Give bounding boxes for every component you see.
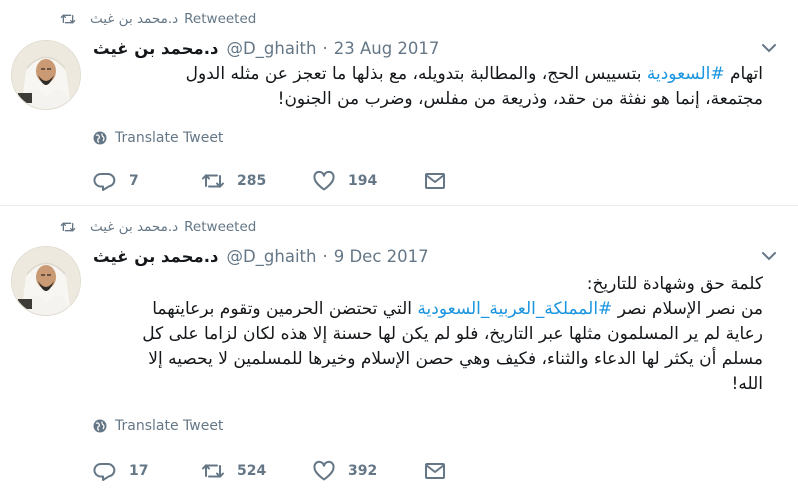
retweet-icon (202, 464, 224, 478)
text-segment: من نصر الإسلام نصر (612, 299, 763, 319)
text-segment: كلمة حق وشهادة للتاريخ: (586, 274, 763, 294)
tweet-text: كلمة حق وشهادة للتاريخ: من نصر الإسلام ن… (93, 272, 763, 397)
author-fullname[interactable]: د.محمد بن غيث (93, 247, 218, 266)
tweet[interactable]: د.محمد بن غيث Retweeted د.محمد بن غيث @D… (0, 0, 798, 206)
avatar[interactable] (11, 40, 81, 110)
translate-label: Translate Tweet (115, 130, 224, 146)
retweeter-name[interactable]: د.محمد بن غيث (90, 219, 178, 235)
translate-tweet[interactable]: Translate Tweet (93, 416, 223, 436)
retweet-icon (60, 14, 76, 24)
retweet-count: 524 (237, 463, 267, 479)
hashtag-link[interactable]: #المملكة_العربية_السعودية (417, 299, 612, 319)
tweet-timestamp[interactable]: 23 Aug 2017 (334, 39, 440, 58)
author-fullname[interactable]: د.محمد بن غيث (93, 39, 218, 58)
globe-icon (93, 131, 107, 145)
text-segment: رعاية لم ير المسلمون مثلها عبر التاريخ، … (142, 324, 763, 344)
globe-icon (93, 419, 107, 433)
tweet-text-line: مسلم أن يكثر لها الدعاء والثناء، فكيف وه… (93, 347, 763, 372)
reply-icon (93, 173, 116, 191)
retweeted-label: Retweeted (184, 219, 257, 235)
text-segment: التي تحتضن الحرمين وتقوم برعايتهما (152, 299, 418, 319)
tweet-timestamp[interactable]: 9 Dec 2017 (334, 247, 429, 266)
envelope-icon (425, 173, 445, 189)
direct-message-button[interactable] (423, 458, 459, 484)
retweeter-name[interactable]: د.محمد بن غيث (90, 11, 178, 27)
author-handle[interactable]: @D_ghaith (226, 247, 316, 266)
text-segment: مجتمعة، إنما هو نفثة من حقد، وذريعة من م… (277, 89, 763, 109)
heart-icon (313, 170, 335, 191)
text-segment: اتهام (724, 64, 763, 84)
direct-message-button[interactable] (423, 168, 459, 194)
text-segment: الله! (731, 374, 763, 394)
heart-icon (313, 460, 335, 481)
retweet-icon (202, 174, 224, 188)
tweet-text: اتهام #السعودية بتسييس الحج، والمطالبة ب… (93, 62, 763, 112)
hashtag-link[interactable]: #السعودية (647, 64, 725, 84)
retweet-context: د.محمد بن غيث Retweeted (58, 217, 256, 237)
avatar[interactable] (11, 246, 81, 316)
chevron-down-icon[interactable] (760, 250, 778, 262)
like-count: 392 (348, 463, 378, 479)
translate-tweet[interactable]: Translate Tweet (93, 128, 223, 148)
reply-count: 17 (129, 463, 149, 479)
envelope-icon (425, 463, 445, 479)
reply-count: 7 (129, 173, 139, 189)
author-handle[interactable]: @D_ghaith (226, 39, 316, 58)
tweet-actions: 17 524 392 (93, 458, 473, 484)
like-button[interactable]: 194 (312, 168, 377, 194)
translate-label: Translate Tweet (115, 418, 224, 434)
tweet-text-line: الله! (93, 372, 763, 397)
like-count: 194 (348, 173, 378, 189)
reply-icon (93, 463, 116, 481)
tweet-header: د.محمد بن غيث @D_ghaith · 9 Dec 2017 (93, 245, 429, 267)
tweet-text-line: مجتمعة، إنما هو نفثة من حقد، وذريعة من م… (93, 87, 763, 112)
retweet-button[interactable]: 524 (201, 458, 266, 484)
retweeted-label: Retweeted (184, 11, 257, 27)
text-segment: بتسييس الحج، والمطالبة بتدويله، مع بذلها… (185, 64, 647, 84)
reply-button[interactable]: 17 (93, 458, 148, 484)
separator-dot: · (322, 246, 328, 266)
tweet-text-line: رعاية لم ير المسلمون مثلها عبر التاريخ، … (93, 322, 763, 347)
separator-dot: · (322, 38, 328, 58)
retweet-context: د.محمد بن غيث Retweeted (58, 9, 256, 29)
retweet-count: 285 (237, 173, 267, 189)
like-button[interactable]: 392 (312, 458, 377, 484)
chevron-down-icon[interactable] (760, 42, 778, 54)
retweet-icon (60, 222, 76, 232)
tweet-text-line: كلمة حق وشهادة للتاريخ: (93, 272, 763, 297)
retweet-button[interactable]: 285 (201, 168, 266, 194)
tweet-text-line: من نصر الإسلام نصر #المملكة_العربية_السع… (93, 297, 763, 322)
tweet-text-line: اتهام #السعودية بتسييس الحج، والمطالبة ب… (93, 62, 763, 87)
tweet[interactable]: د.محمد بن غيث Retweeted د.محمد بن غيث @D… (0, 206, 798, 496)
reply-button[interactable]: 7 (93, 168, 139, 194)
text-segment: مسلم أن يكثر لها الدعاء والثناء، فكيف وه… (148, 349, 763, 369)
tweet-header: د.محمد بن غيث @D_ghaith · 23 Aug 2017 (93, 37, 439, 59)
tweet-actions: 7 285 194 (93, 168, 473, 194)
